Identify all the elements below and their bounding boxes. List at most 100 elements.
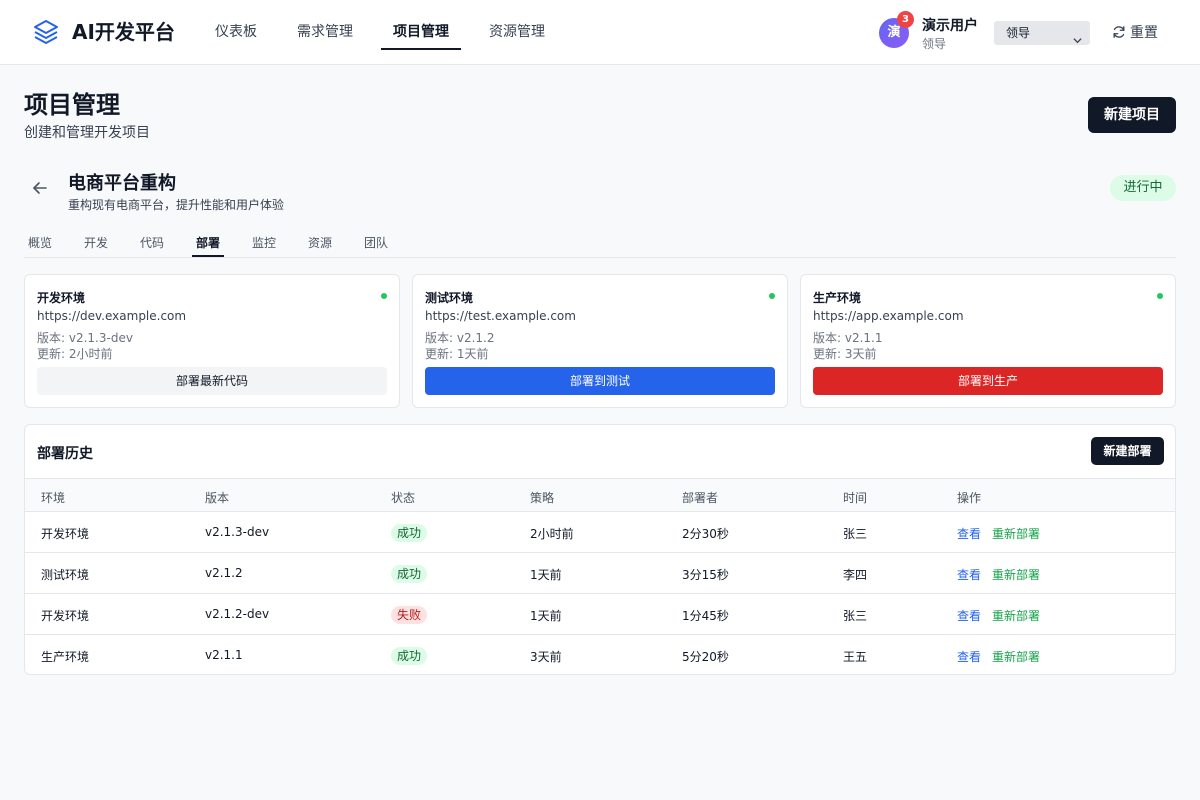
page-subtitle: 创建和管理开发项目 xyxy=(24,125,150,141)
nav-item-requirements[interactable]: 需求管理 xyxy=(297,0,353,65)
user-role: 领导 xyxy=(922,37,947,51)
user-name: 演示用户 xyxy=(922,18,978,34)
notification-badge: 3 xyxy=(897,11,914,28)
env-name: 测试环境 xyxy=(425,291,474,305)
env-version: 版本: v2.1.2 xyxy=(425,331,495,345)
nav-item-dashboard[interactable]: 仪表板 xyxy=(215,0,257,65)
history-title: 部署历史 xyxy=(37,446,93,462)
deploy-to-test-button[interactable]: 部署到测试 xyxy=(425,367,775,395)
tab-develop[interactable]: 开发 xyxy=(84,234,108,251)
status-badge: 成功 xyxy=(391,565,428,583)
cell-deployer: 5分20秒 xyxy=(682,650,729,664)
nav-item-projects[interactable]: 项目管理 xyxy=(393,0,449,65)
env-status-dot xyxy=(769,293,775,299)
env-updated: 更新: 1天前 xyxy=(425,347,489,361)
project-title: 电商平台重构 xyxy=(68,173,176,194)
redeploy-link[interactable]: 重新部署 xyxy=(992,566,1040,583)
cell-env: 生产环境 xyxy=(41,650,90,664)
table-header: 环境 版本 状态 策略 部署者 时间 操作 xyxy=(25,478,1175,512)
app-logo-text[interactable]: AI开发平台 xyxy=(72,18,175,46)
chevron-down-icon xyxy=(1073,29,1082,44)
column-header: 状态 xyxy=(391,491,416,505)
env-name: 开发环境 xyxy=(37,291,86,305)
refresh-icon xyxy=(1113,26,1125,38)
column-header: 策略 xyxy=(530,491,555,505)
top-navbar: AI开发平台 仪表板 需求管理 项目管理 资源管理 演 3 演示用户 领导 领导… xyxy=(0,0,1200,65)
env-card-test: 测试环境 https://test.example.com 版本: v2.1.2… xyxy=(412,274,788,408)
tab-monitor[interactable]: 监控 xyxy=(252,234,276,251)
cell-strategy: 1天前 xyxy=(530,609,562,623)
view-link[interactable]: 查看 xyxy=(957,525,981,542)
table-row: 生产环境 v2.1.1 成功 3天前 5分20秒 王五 查看 重新部署 xyxy=(25,635,1175,674)
cell-strategy: 2小时前 xyxy=(530,527,574,541)
column-header: 操作 xyxy=(957,491,982,505)
cell-version: v2.1.2 xyxy=(205,566,243,580)
column-header: 版本 xyxy=(205,491,230,505)
tabs-divider xyxy=(24,257,1176,258)
cell-env: 测试环境 xyxy=(41,568,90,582)
status-badge: 失败 xyxy=(391,606,428,624)
env-card-prod: 生产环境 https://app.example.com 版本: v2.1.1 … xyxy=(800,274,1176,408)
cell-deployer: 1分45秒 xyxy=(682,609,729,623)
page-title: 项目管理 xyxy=(24,91,120,119)
env-url[interactable]: https://dev.example.com xyxy=(37,309,186,323)
cell-env: 开发环境 xyxy=(41,527,90,541)
user-avatar-wrap[interactable]: 演 3 xyxy=(879,11,914,48)
deploy-to-prod-button[interactable]: 部署到生产 xyxy=(813,367,1163,395)
status-badge: 成功 xyxy=(391,524,428,542)
status-badge: 进行中 xyxy=(1110,175,1176,201)
redeploy-link[interactable]: 重新部署 xyxy=(992,648,1040,665)
table-row: 开发环境 v2.1.3-dev 成功 2小时前 2分30秒 张三 查看 重新部署 xyxy=(25,512,1175,553)
nav-active-indicator xyxy=(381,48,461,50)
new-project-button[interactable]: 新建项目 xyxy=(1088,97,1176,133)
env-version: 版本: v2.1.1 xyxy=(813,331,883,345)
cell-time: 王五 xyxy=(843,650,868,664)
cell-strategy: 1天前 xyxy=(530,568,562,582)
env-card-dev: 开发环境 https://dev.example.com 版本: v2.1.3-… xyxy=(24,274,400,408)
role-select[interactable]: 领导 xyxy=(994,21,1090,45)
role-select-value: 领导 xyxy=(1006,26,1031,40)
deploy-history-panel: 部署历史 新建部署 环境 版本 状态 策略 部署者 时间 操作 开发环境 v2.… xyxy=(24,424,1176,675)
env-name: 生产环境 xyxy=(813,291,862,305)
tab-team[interactable]: 团队 xyxy=(364,234,388,251)
column-header: 部署者 xyxy=(682,491,719,505)
view-link[interactable]: 查看 xyxy=(957,566,981,583)
env-updated: 更新: 2小时前 xyxy=(37,347,113,361)
status-badge: 成功 xyxy=(391,647,428,665)
layers-icon xyxy=(32,18,60,46)
arrow-left-icon[interactable] xyxy=(32,180,48,196)
new-deploy-button[interactable]: 新建部署 xyxy=(1091,437,1164,465)
env-url[interactable]: https://test.example.com xyxy=(425,309,576,323)
cell-time: 张三 xyxy=(843,609,868,623)
cell-strategy: 3天前 xyxy=(530,650,562,664)
cell-env: 开发环境 xyxy=(41,609,90,623)
cell-deployer: 2分30秒 xyxy=(682,527,729,541)
env-status-dot xyxy=(1157,293,1163,299)
env-url[interactable]: https://app.example.com xyxy=(813,309,964,323)
reset-button[interactable]: 重置 xyxy=(1112,21,1158,45)
view-link[interactable]: 查看 xyxy=(957,648,981,665)
cell-version: v2.1.1 xyxy=(205,648,243,662)
table-row: 测试环境 v2.1.2 成功 1天前 3分15秒 李四 查看 重新部署 xyxy=(25,553,1175,594)
project-description: 重构现有电商平台，提升性能和用户体验 xyxy=(68,198,285,212)
cell-version: v2.1.2-dev xyxy=(205,607,270,621)
table-row: 开发环境 v2.1.2-dev 失败 1天前 1分45秒 张三 查看 重新部署 xyxy=(25,594,1175,635)
tab-code[interactable]: 代码 xyxy=(140,234,164,251)
redeploy-link[interactable]: 重新部署 xyxy=(992,525,1040,542)
view-link[interactable]: 查看 xyxy=(957,607,981,624)
tab-deploy[interactable]: 部署 xyxy=(196,234,220,251)
nav-item-resources[interactable]: 资源管理 xyxy=(489,0,545,65)
env-version: 版本: v2.1.3-dev xyxy=(37,331,133,345)
env-status-dot xyxy=(381,293,387,299)
reset-label: 重置 xyxy=(1130,25,1158,41)
tab-active-indicator xyxy=(192,255,224,257)
cell-deployer: 3分15秒 xyxy=(682,568,729,582)
tab-resources[interactable]: 资源 xyxy=(308,234,332,251)
column-header: 时间 xyxy=(843,491,868,505)
redeploy-link[interactable]: 重新部署 xyxy=(992,607,1040,624)
tab-overview[interactable]: 概览 xyxy=(28,234,52,251)
deploy-latest-button[interactable]: 部署最新代码 xyxy=(37,367,387,395)
column-header: 环境 xyxy=(41,491,66,505)
cell-version: v2.1.3-dev xyxy=(205,525,270,539)
env-updated: 更新: 3天前 xyxy=(813,347,877,361)
